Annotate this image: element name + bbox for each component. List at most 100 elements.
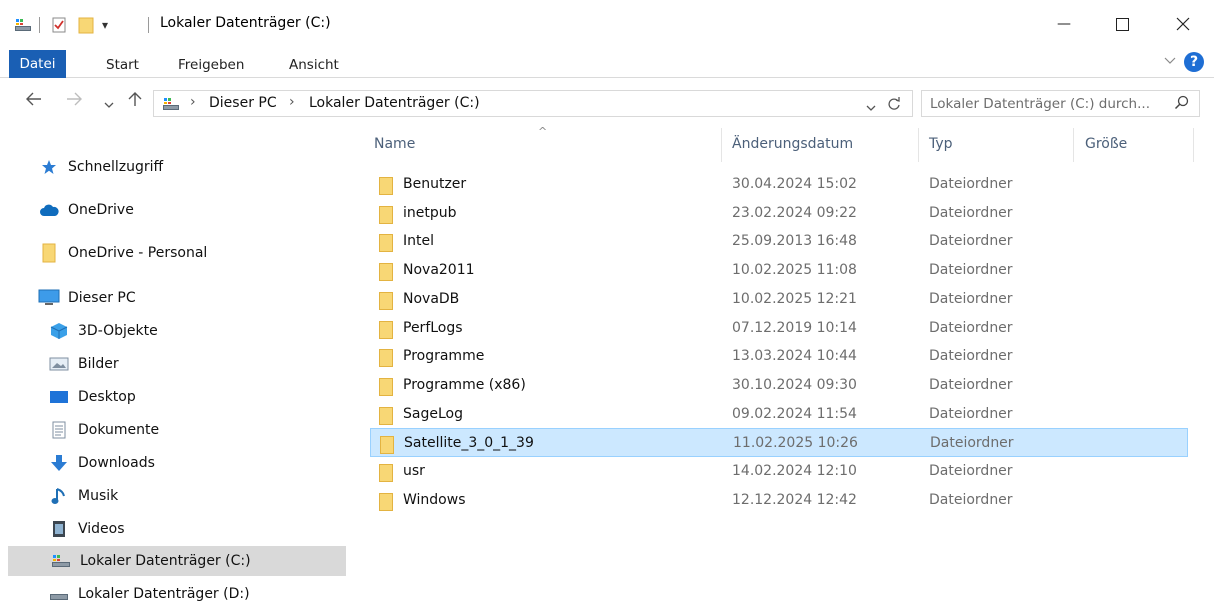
column-header-name[interactable]: Name (374, 136, 415, 152)
file-name[interactable]: Programme (x86) (403, 377, 526, 393)
monitor-icon (38, 288, 60, 308)
column-divider[interactable] (1193, 128, 1194, 162)
close-button[interactable] (1160, 6, 1206, 42)
nav-item-onedrive[interactable]: OneDrive (38, 195, 376, 225)
nav-item-3d-objekte[interactable]: 3D-Objekte (48, 316, 386, 346)
table-row[interactable]: PerfLogs 07.12.2019 10:14 Dateiordner (370, 314, 1188, 343)
tab-freigeben[interactable]: Freigeben (178, 52, 244, 78)
column-header-size[interactable]: Größe (1085, 136, 1127, 152)
nav-item-dieser-pc[interactable]: Dieser PC (38, 283, 376, 313)
nav-item-label: OneDrive - Personal (68, 245, 208, 261)
properties-icon[interactable] (50, 14, 68, 36)
nav-item-label: Musik (78, 488, 119, 504)
breadcrumb-current-drive[interactable]: Lokaler Datenträger (C:) (309, 95, 480, 111)
folder-icon (378, 205, 394, 229)
table-row[interactable]: inetpub 23.02.2024 09:22 Dateiordner (370, 199, 1188, 228)
file-date: 07.12.2019 10:14 (732, 319, 857, 336)
file-date: 10.02.2025 11:08 (732, 262, 857, 279)
nav-item-onedrive-personal[interactable]: OneDrive - Personal (38, 238, 376, 268)
table-row[interactable]: Satellite_3_0_1_39 11.02.2025 10:26 Dateio… (370, 428, 1188, 458)
help-button[interactable]: ? (1184, 52, 1204, 72)
nav-item-label: 3D-Objekte (78, 323, 158, 339)
breadcrumb-dieser-pc[interactable]: Dieser PC (209, 95, 277, 111)
file-date: 13.03.2024 10:44 (732, 348, 857, 365)
recent-locations-button[interactable] (104, 94, 114, 114)
forward-button[interactable] (66, 91, 82, 111)
column-header-type[interactable]: Typ (929, 136, 953, 152)
file-date: 09.02.2024 11:54 (732, 405, 857, 422)
file-name[interactable]: Programme (403, 348, 484, 364)
file-name[interactable]: SageLog (403, 406, 463, 422)
column-divider[interactable] (721, 128, 722, 162)
file-type: Dateiordner (929, 491, 1013, 508)
tab-datei[interactable]: Datei (9, 50, 66, 78)
ribbon-tabs: Datei Start Freigeben Ansicht ? (0, 48, 1214, 78)
file-name[interactable]: Windows (403, 492, 466, 508)
table-row[interactable]: usr 14.02.2024 12:10 Dateiordner (370, 457, 1188, 486)
file-name[interactable]: Nova2011 (403, 262, 475, 278)
back-arrow-icon (26, 92, 41, 106)
table-row[interactable]: NovaDB 10.02.2025 12:21 Dateiordner (370, 285, 1188, 314)
breadcrumb-separator[interactable]: › (190, 94, 196, 110)
back-button[interactable] (26, 91, 42, 111)
file-name[interactable]: NovaDB (403, 291, 459, 307)
nav-item-label: OneDrive (68, 202, 134, 218)
folder-icon (378, 463, 394, 487)
nav-item-label: Dokumente (78, 422, 160, 438)
file-type: Dateiordner (929, 463, 1013, 479)
file-type: Dateiordner (929, 290, 1013, 307)
file-name[interactable]: Satellite_3_0_1_39 (404, 435, 534, 451)
column-header-date[interactable]: Änderungsdatum (732, 136, 853, 152)
tab-ansicht[interactable]: Ansicht (289, 52, 339, 78)
file-type: Dateiordner (930, 435, 1014, 452)
file-name[interactable]: Benutzer (403, 176, 466, 192)
file-name[interactable]: Intel (403, 233, 434, 249)
nav-item-desktop[interactable]: Desktop (48, 382, 386, 412)
nav-item-downloads[interactable]: Downloads (48, 448, 386, 478)
folder-icon (378, 233, 394, 257)
table-row[interactable]: Programme (x86) 30.10.2024 09:30 Dateiordn… (370, 371, 1188, 400)
search-icon[interactable] (1174, 95, 1189, 114)
folder-icon (378, 348, 394, 372)
breadcrumb-separator[interactable]: › (289, 94, 295, 110)
drive-icon (48, 584, 70, 602)
nav-item-videos[interactable]: Videos (48, 514, 386, 544)
title-bar: ▾ Lokaler Datenträger (C:) — (0, 0, 1214, 48)
new-folder-icon[interactable] (77, 14, 95, 36)
search-box[interactable] (921, 90, 1200, 117)
file-name[interactable]: usr (403, 463, 425, 479)
tab-start[interactable]: Start (106, 52, 139, 78)
expand-ribbon-icon[interactable] (1164, 54, 1176, 69)
nav-item-bilder[interactable]: Bilder (48, 349, 386, 379)
table-row[interactable]: SageLog 09.02.2024 11:54 Dateiordner (370, 400, 1188, 429)
minimize-button[interactable]: — (1041, 6, 1087, 42)
refresh-icon[interactable] (887, 96, 901, 115)
nav-item-dokumente[interactable]: Dokumente (48, 415, 386, 445)
column-divider[interactable] (1073, 128, 1074, 162)
address-bar[interactable]: › Dieser PC › Lokaler Datenträger (C:) (153, 90, 913, 117)
nav-item-label: Lokaler Datenträger (C:) (80, 553, 251, 569)
drive-icon (14, 14, 32, 36)
table-row[interactable]: Intel 25.09.2013 16:48 Dateiordner (370, 227, 1188, 256)
close-icon (1176, 17, 1190, 31)
address-dropdown-icon[interactable] (866, 100, 876, 116)
nav-item-lokaler-datentraeger-d[interactable]: Lokaler Datenträger (D:) (48, 579, 386, 602)
table-row[interactable]: Nova2011 10.02.2025 11:08 Dateiordner (370, 256, 1188, 285)
table-row[interactable]: Benutzer 30.04.2024 15:02 Dateiordner (370, 170, 1188, 199)
file-name[interactable]: PerfLogs (403, 320, 463, 336)
column-divider[interactable] (918, 128, 919, 162)
nav-item-musik[interactable]: Musik (48, 481, 386, 511)
search-input[interactable] (930, 94, 1165, 114)
maximize-button[interactable] (1099, 6, 1145, 42)
table-row[interactable]: Windows 12.12.2024 12:42 Dateiordner (370, 486, 1188, 515)
customize-toolbar-icon[interactable]: ▾ (102, 14, 108, 36)
nav-item-lokaler-datentraeger-c[interactable]: Lokaler Datenträger (C:) (8, 546, 346, 576)
forward-arrow-icon (67, 92, 82, 106)
file-date: 12.12.2024 12:42 (732, 491, 857, 508)
nav-item-schnellzugriff[interactable]: Schnellzugriff (38, 152, 376, 182)
table-row[interactable]: Programme 13.03.2024 10:44 Dateiordner (370, 342, 1188, 371)
file-name[interactable]: inetpub (403, 205, 457, 221)
up-button[interactable] (128, 91, 142, 112)
window-title: Lokaler Datenträger (C:) (160, 15, 331, 31)
file-date: 30.10.2024 09:30 (732, 376, 857, 393)
